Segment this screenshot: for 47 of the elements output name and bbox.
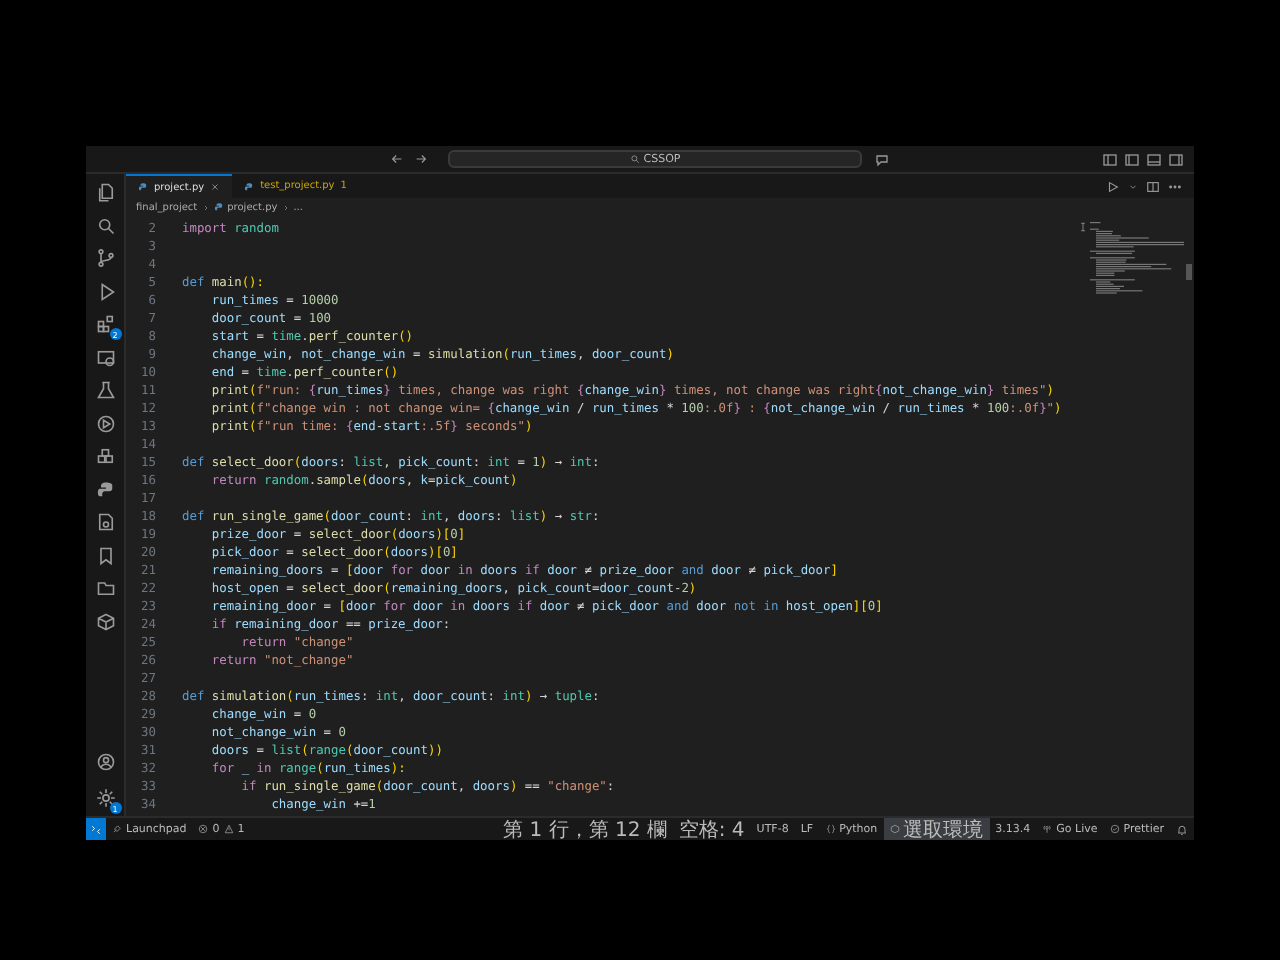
error-icon xyxy=(198,824,209,834)
scrollbar-thumb[interactable] xyxy=(1186,264,1192,280)
flask-icon[interactable] xyxy=(95,380,115,400)
warning-icon xyxy=(223,824,234,834)
extensions-icon[interactable] xyxy=(95,314,115,334)
run-icon[interactable] xyxy=(1106,179,1120,193)
status-item[interactable]: 空格: 4 xyxy=(678,815,745,840)
braces-icon xyxy=(825,824,836,834)
settings-icon[interactable] xyxy=(95,788,115,808)
cube-icon[interactable] xyxy=(95,611,115,631)
minimap-drawing[interactable] xyxy=(1088,220,1184,300)
launchpad-icon xyxy=(112,824,122,834)
python-file-icon xyxy=(138,182,148,192)
close-icon[interactable] xyxy=(210,182,221,192)
chevron-down-icon[interactable] xyxy=(1128,181,1138,191)
python-file-icon xyxy=(213,202,224,212)
python-file-icon xyxy=(244,181,255,191)
forward-arrow-icon[interactable] xyxy=(414,152,428,166)
monitor-icon[interactable] xyxy=(95,347,115,367)
bell-icon[interactable] xyxy=(1176,823,1188,835)
bookmark-icon[interactable] xyxy=(95,545,115,565)
environment-button[interactable]: 選取環境 xyxy=(883,818,990,840)
play-circle-icon[interactable] xyxy=(95,413,115,433)
account-icon[interactable] xyxy=(95,752,115,772)
status-item[interactable]: 第 1 行，第 12 欄 xyxy=(503,815,667,840)
snake-icon[interactable] xyxy=(95,479,115,499)
files-icon[interactable] xyxy=(95,182,115,202)
double-check-icon xyxy=(1109,824,1120,834)
layout-icon[interactable] xyxy=(1102,151,1118,167)
cube-icon xyxy=(889,824,900,834)
remote-icon xyxy=(90,823,102,835)
secondary-sidebar-icon[interactable] xyxy=(1168,151,1184,167)
containers-icon[interactable] xyxy=(95,446,115,466)
split-editor-icon[interactable] xyxy=(1146,179,1160,193)
gear-file-icon[interactable] xyxy=(95,512,115,532)
folder-icon[interactable] xyxy=(95,578,115,598)
search-icon[interactable] xyxy=(95,215,115,235)
search-icon xyxy=(629,154,640,164)
sidebar-toggle-icon[interactable] xyxy=(1124,151,1140,167)
branch-icon[interactable] xyxy=(95,248,115,268)
panel-toggle-icon[interactable] xyxy=(1146,151,1162,167)
remote-button[interactable] xyxy=(86,818,106,840)
text-cursor-icon xyxy=(1078,220,1088,234)
back-arrow-icon[interactable] xyxy=(390,152,404,166)
broadcast-icon xyxy=(1042,824,1053,834)
run-debug-icon[interactable] xyxy=(95,281,115,301)
chat-icon[interactable] xyxy=(874,151,890,167)
